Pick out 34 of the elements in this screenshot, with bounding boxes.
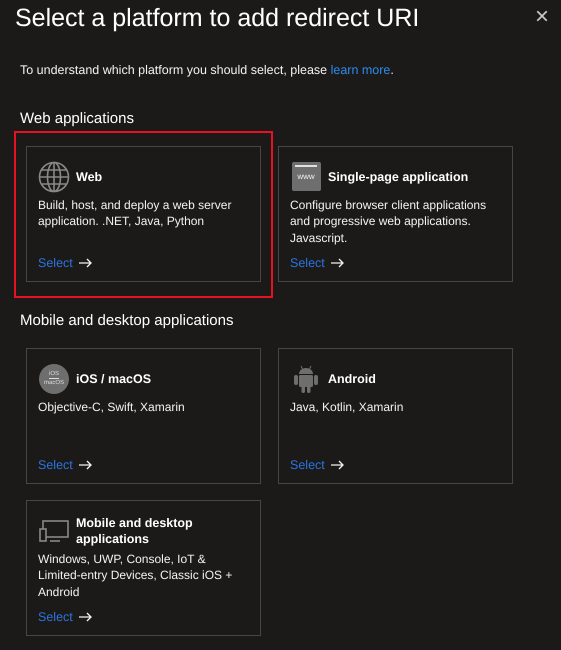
intro-text: To understand which platform you should select, please learn more. [19,62,395,79]
close-button[interactable]: × [534,5,549,29]
arrow-right-icon [330,258,344,268]
globe-icon [38,160,70,193]
arrow-right-icon [78,612,92,622]
card-title: Web [76,168,102,185]
arrow-right-icon [78,460,92,470]
card-description: Windows, UWP, Console, IoT & Limited-entry Devices, Classic iOS + Android [38,550,234,600]
card-description: Objective-C, Swift, Xamarin [38,398,186,416]
card-description: Java, Kotlin, Xamarin [290,398,404,416]
platform-card[interactable]: Web Build, host, and deploy a web server application. .NET, Java, Python Select [26,146,261,282]
platform-card[interactable]: www Single-page application Configure browser client applications and progressive web applications. Javascript. Select [278,146,513,282]
section-heading: Web applications [19,108,135,129]
arrow-right-icon [330,460,344,470]
select-link[interactable]: Select [38,456,249,475]
select-link[interactable]: Select [38,254,249,273]
learn-more-link[interactable]: learn more [330,63,390,77]
platform-card[interactable]: Mobile and desktop applications Windows, UWP, Console, IoT & Limited-entry Devices, Classic iOS + Android Select [26,500,261,636]
card-title: iOS / macOS [76,370,152,387]
select-link[interactable]: Select [290,254,501,273]
card-title: Mobile and desktop applications [76,514,194,547]
platform-card[interactable]: Android Java, Kotlin, Xamarin Select [278,348,513,484]
android-icon [293,364,319,394]
select-link[interactable]: Select [290,456,501,475]
card-description: Build, host, and deploy a web server application. .NET, Java, Python [38,196,232,230]
browser-window-icon: www [292,162,320,192]
panel-title: Select a platform to add redirect URI [15,3,420,34]
section-heading: Mobile and desktop applications [19,310,234,331]
card-title: Single-page application [328,168,468,185]
card-description: Configure browser client applications and progressive web applications. Javascript. [290,196,488,246]
card-title: Android [328,370,376,387]
select-link[interactable]: Select [38,608,249,627]
monitor-and-phone-icon [39,520,69,542]
arrow-right-icon [78,258,92,268]
